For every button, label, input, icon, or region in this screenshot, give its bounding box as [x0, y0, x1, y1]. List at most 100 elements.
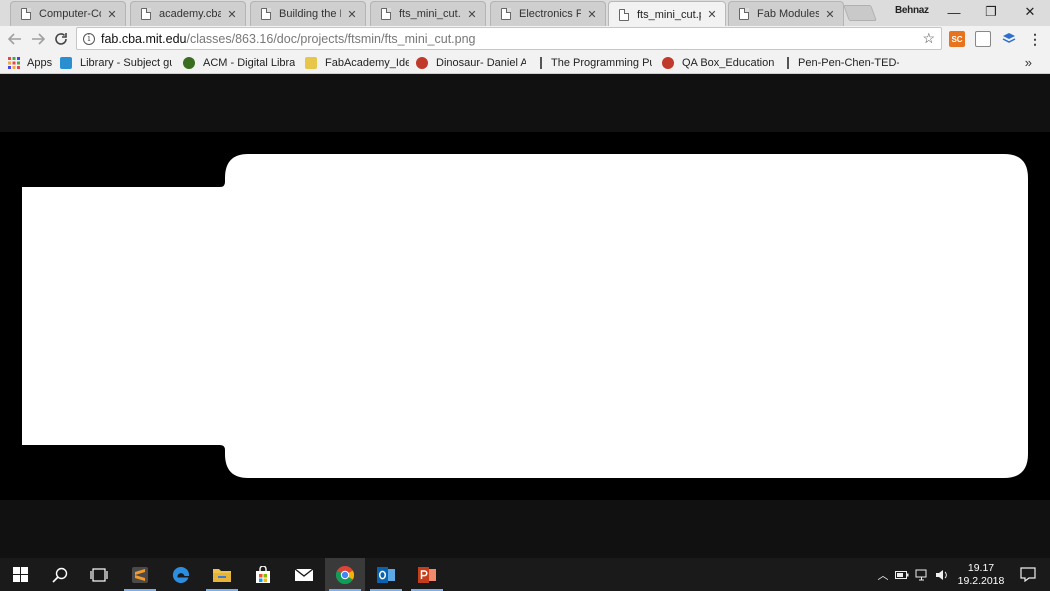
profile-name[interactable]: Behnaz	[895, 5, 929, 16]
bookmark-label: Pen-Pen-Chen-TED-E	[798, 57, 899, 69]
tab-label: Fab Modules	[757, 8, 819, 20]
tab-label: academy.cba.m	[159, 8, 221, 20]
tab-label: fts_mini_cut.pn	[399, 8, 461, 20]
image-viewer	[0, 132, 1050, 500]
restore-button[interactable]: ❐	[973, 0, 1009, 24]
tab-close-icon[interactable]: ✕	[225, 8, 239, 21]
clock-date: 19.2.2018	[957, 575, 1005, 587]
apps-grid-icon	[8, 57, 20, 69]
sublime-text-icon	[132, 566, 148, 583]
tab-close-icon[interactable]: ✕	[345, 8, 359, 21]
tab-close-icon[interactable]: ✕	[585, 8, 599, 21]
arrow-left-icon	[8, 33, 21, 45]
layers-icon	[1002, 33, 1016, 43]
bookmark-label: Library - Subject guid	[80, 57, 172, 69]
page-icon	[501, 8, 511, 20]
bookmark-item[interactable]: The Programming Pu	[540, 55, 652, 71]
doc-icon	[787, 57, 789, 69]
document-extension-icon[interactable]	[975, 31, 991, 47]
network-icon[interactable]	[915, 569, 929, 581]
browser-tab[interactable]: Building the Fa ✕	[250, 1, 366, 26]
tab-close-icon[interactable]: ✕	[105, 8, 119, 21]
bookmark-item[interactable]: Dinosaur- Daniel Am	[416, 55, 526, 71]
reload-icon	[55, 33, 67, 45]
browser-tab-active[interactable]: fts_mini_cut.pn ✕	[608, 1, 726, 27]
bookmark-item[interactable]: Library - Subject guid	[60, 55, 172, 71]
browser-toolbar: i fab.cba.mit.edu/classes/863.16/doc/pro…	[0, 26, 1050, 52]
outlook-button[interactable]	[366, 558, 406, 591]
store-button[interactable]	[243, 558, 283, 591]
bookmark-star-icon[interactable]: ☆	[922, 30, 935, 47]
tab-label: Computer-Cont	[39, 8, 101, 20]
back-button[interactable]	[4, 28, 26, 50]
minimize-button[interactable]: —	[936, 0, 972, 24]
tab-close-icon[interactable]: ✕	[823, 8, 837, 21]
page-icon	[261, 8, 271, 20]
search-button[interactable]	[40, 558, 80, 591]
arrow-right-icon	[32, 33, 45, 45]
start-button[interactable]	[0, 558, 40, 591]
store-icon	[256, 565, 270, 583]
browser-tab[interactable]: Electronics Prod ✕	[490, 1, 606, 26]
bookmark-label: The Programming Pu	[551, 57, 652, 69]
browser-tab[interactable]: academy.cba.m ✕	[130, 1, 246, 26]
bookmark-item[interactable]: QA Box_Educational	[662, 55, 774, 71]
mail-button[interactable]	[284, 558, 324, 591]
bookmark-apps[interactable]: Apps	[8, 55, 52, 71]
address-bar[interactable]: i fab.cba.mit.edu/classes/863.16/doc/pro…	[76, 27, 942, 50]
taskbar-clock[interactable]: 19.17 19.2.2018	[952, 562, 1010, 588]
bookmark-item[interactable]: FabAcademy_Ideas	[305, 55, 409, 71]
windows-taskbar: ︿ 19.17 19.2.2018	[0, 558, 1050, 591]
url-path: /classes/863.16/doc/projects/ftsmin/fts_…	[186, 31, 476, 46]
forward-button[interactable]	[27, 28, 49, 50]
close-window-button[interactable]: ✕	[1012, 0, 1048, 24]
mail-icon	[294, 567, 314, 581]
menu-kebab-icon[interactable]: ⋮	[1027, 31, 1043, 47]
browser-tab[interactable]: fts_mini_cut.pn ✕	[370, 1, 486, 26]
chevron-up-icon[interactable]: ︿	[876, 567, 890, 583]
page-content	[0, 74, 1050, 558]
edge-button[interactable]	[161, 558, 201, 591]
new-tab-button[interactable]	[843, 5, 877, 21]
file-explorer-button[interactable]	[202, 558, 242, 591]
folder-icon	[305, 57, 317, 69]
url-host: fab.cba.mit.edu	[101, 31, 187, 46]
globe-icon	[416, 57, 428, 69]
battery-icon[interactable]	[895, 570, 909, 580]
sc-extension-icon[interactable]: SC	[949, 31, 965, 47]
bookmark-label: Apps	[27, 57, 53, 69]
bookmark-label: FabAcademy_Ideas	[325, 57, 409, 69]
action-center-button[interactable]	[1008, 558, 1048, 591]
cut-outline-image[interactable]	[0, 132, 1050, 500]
volume-icon[interactable]	[935, 569, 949, 581]
tab-close-icon[interactable]: ✕	[465, 8, 479, 21]
tab-label: Building the Fa	[279, 8, 341, 20]
tab-label: Electronics Prod	[519, 8, 581, 20]
task-view-button[interactable]	[79, 558, 119, 591]
bookmark-item[interactable]: Pen-Pen-Chen-TED-E	[787, 55, 899, 71]
bookmark-label: QA Box_Educational	[682, 57, 774, 69]
powerpoint-button[interactable]	[407, 558, 447, 591]
library-icon	[60, 57, 72, 69]
task-view-icon	[90, 567, 108, 582]
bookmarks-bar: Apps Library - Subject guid ACM - Digita…	[0, 52, 1050, 74]
browser-tab[interactable]: Fab Modules ✕	[728, 1, 844, 26]
powerpoint-icon	[418, 566, 436, 583]
tab-close-icon[interactable]: ✕	[705, 8, 719, 21]
reload-button[interactable]	[50, 28, 72, 50]
chrome-button[interactable]	[325, 558, 365, 591]
sublime-text-button[interactable]	[120, 558, 160, 591]
notification-icon	[1020, 567, 1036, 582]
system-tray: ︿	[876, 558, 949, 591]
page-icon	[739, 8, 749, 20]
bookmark-item[interactable]: ACM - Digital Library	[183, 55, 295, 71]
browser-tab[interactable]: Computer-Cont ✕	[10, 1, 126, 26]
bookmarks-more-button[interactable]: »	[1025, 55, 1032, 70]
tab-strip: Computer-Cont ✕ academy.cba.m ✕ Building…	[0, 0, 1050, 27]
acm-icon	[183, 57, 195, 69]
windows-logo-icon	[12, 567, 28, 582]
layers-extension-icon[interactable]	[1001, 31, 1017, 47]
tab-label: fts_mini_cut.pn	[637, 8, 701, 21]
globe-icon	[662, 57, 674, 69]
info-icon[interactable]: i	[83, 32, 95, 45]
